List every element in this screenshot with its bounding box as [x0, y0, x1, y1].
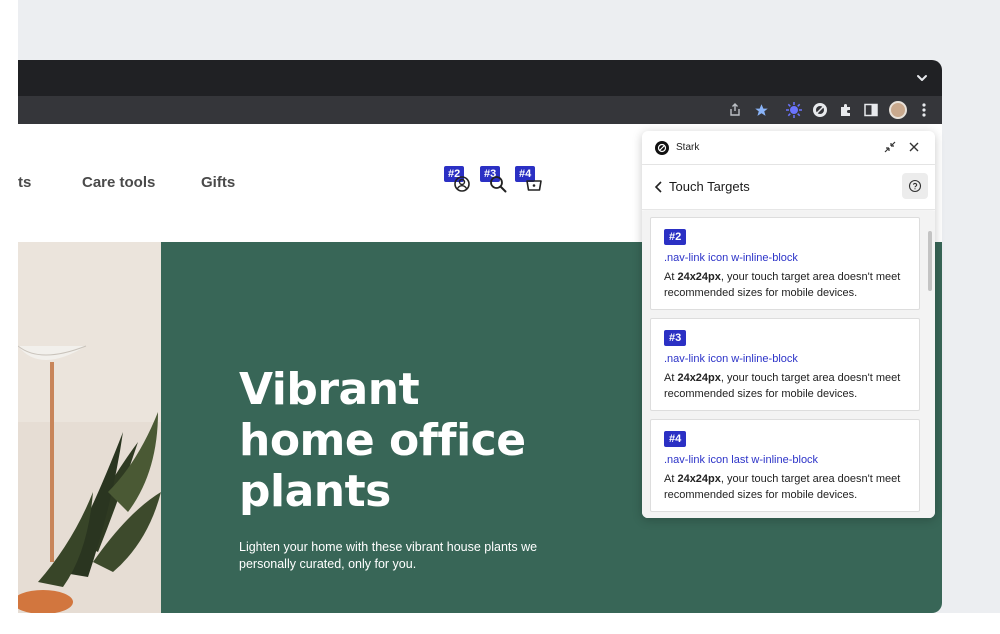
issue-description: At 24x24px, your touch target area doesn…	[664, 473, 901, 501]
hero-title-line: plants	[239, 466, 391, 517]
nav-link-gifts[interactable]: Gifts	[201, 174, 235, 191]
share-icon[interactable]	[726, 101, 744, 119]
issue-card[interactable]: #3 .nav-link icon w-inline-block At 24x2…	[650, 318, 920, 411]
hero-title-line: Vibrant	[239, 364, 420, 415]
issue-selector[interactable]: .nav-link icon last w-inline-block	[664, 454, 818, 466]
basket-icon[interactable]	[524, 174, 544, 194]
help-button[interactable]	[902, 173, 928, 199]
stark-panel: Stark Touch Targets #2 .nav-link icon w-…	[642, 131, 935, 518]
issue-description: At 24x24px, your touch target area doesn…	[664, 271, 901, 299]
collapse-icon[interactable]	[883, 140, 897, 154]
browser-tab-strip	[18, 60, 942, 96]
hero-subtitle-line: personally curated, only for you.	[239, 557, 417, 571]
hero-subtitle-line: Lighten your home with these vibrant hou…	[239, 540, 538, 554]
search-icon[interactable]	[488, 174, 508, 194]
stark-app-name: Stark	[676, 142, 700, 153]
panel-title: Touch Targets	[669, 179, 750, 194]
issue-card[interactable]: #4 .nav-link icon last w-inline-block At…	[650, 419, 920, 512]
hero-plant-photo	[18, 242, 161, 613]
kebab-menu-icon[interactable]	[915, 101, 933, 119]
issue-badge: #2	[664, 229, 687, 245]
stark-logo-icon	[655, 141, 669, 155]
help-icon	[908, 179, 922, 193]
hero-title-line: home office	[239, 415, 526, 466]
issue-badge: #4	[664, 431, 687, 447]
stark-header: Stark	[642, 131, 935, 165]
issue-selector[interactable]: .nav-link icon w-inline-block	[664, 252, 798, 264]
extension-sun-icon[interactable]	[785, 101, 803, 119]
browser-toolbar	[18, 96, 942, 124]
back-chevron-icon[interactable]	[653, 180, 665, 194]
nav-link-plants[interactable]: ts	[18, 174, 31, 191]
issue-description: At 24x24px, your touch target area doesn…	[664, 372, 901, 400]
hero-subtitle: Lighten your home with these vibrant hou…	[239, 539, 539, 573]
user-icon[interactable]	[452, 174, 472, 194]
chevron-down-icon[interactable]	[914, 70, 930, 86]
profile-avatar[interactable]	[889, 101, 907, 119]
nav-link-care-tools[interactable]: Care tools	[82, 174, 155, 191]
side-panel-icon[interactable]	[862, 101, 880, 119]
issue-selector[interactable]: .nav-link icon w-inline-block	[664, 353, 798, 365]
issue-card[interactable]: #2 .nav-link icon w-inline-block At 24x2…	[650, 217, 920, 310]
issues-list[interactable]: #2 .nav-link icon w-inline-block At 24x2…	[642, 211, 935, 518]
bookmark-star-icon[interactable]	[752, 101, 770, 119]
stark-extension-icon[interactable]	[811, 101, 829, 119]
issue-badge: #3	[664, 330, 687, 346]
puzzle-icon[interactable]	[837, 101, 855, 119]
hero-title: Vibrant home office plants	[239, 364, 526, 517]
close-icon[interactable]	[907, 140, 921, 154]
stark-subheader: Touch Targets	[642, 165, 935, 210]
scrollbar[interactable]	[928, 231, 932, 291]
